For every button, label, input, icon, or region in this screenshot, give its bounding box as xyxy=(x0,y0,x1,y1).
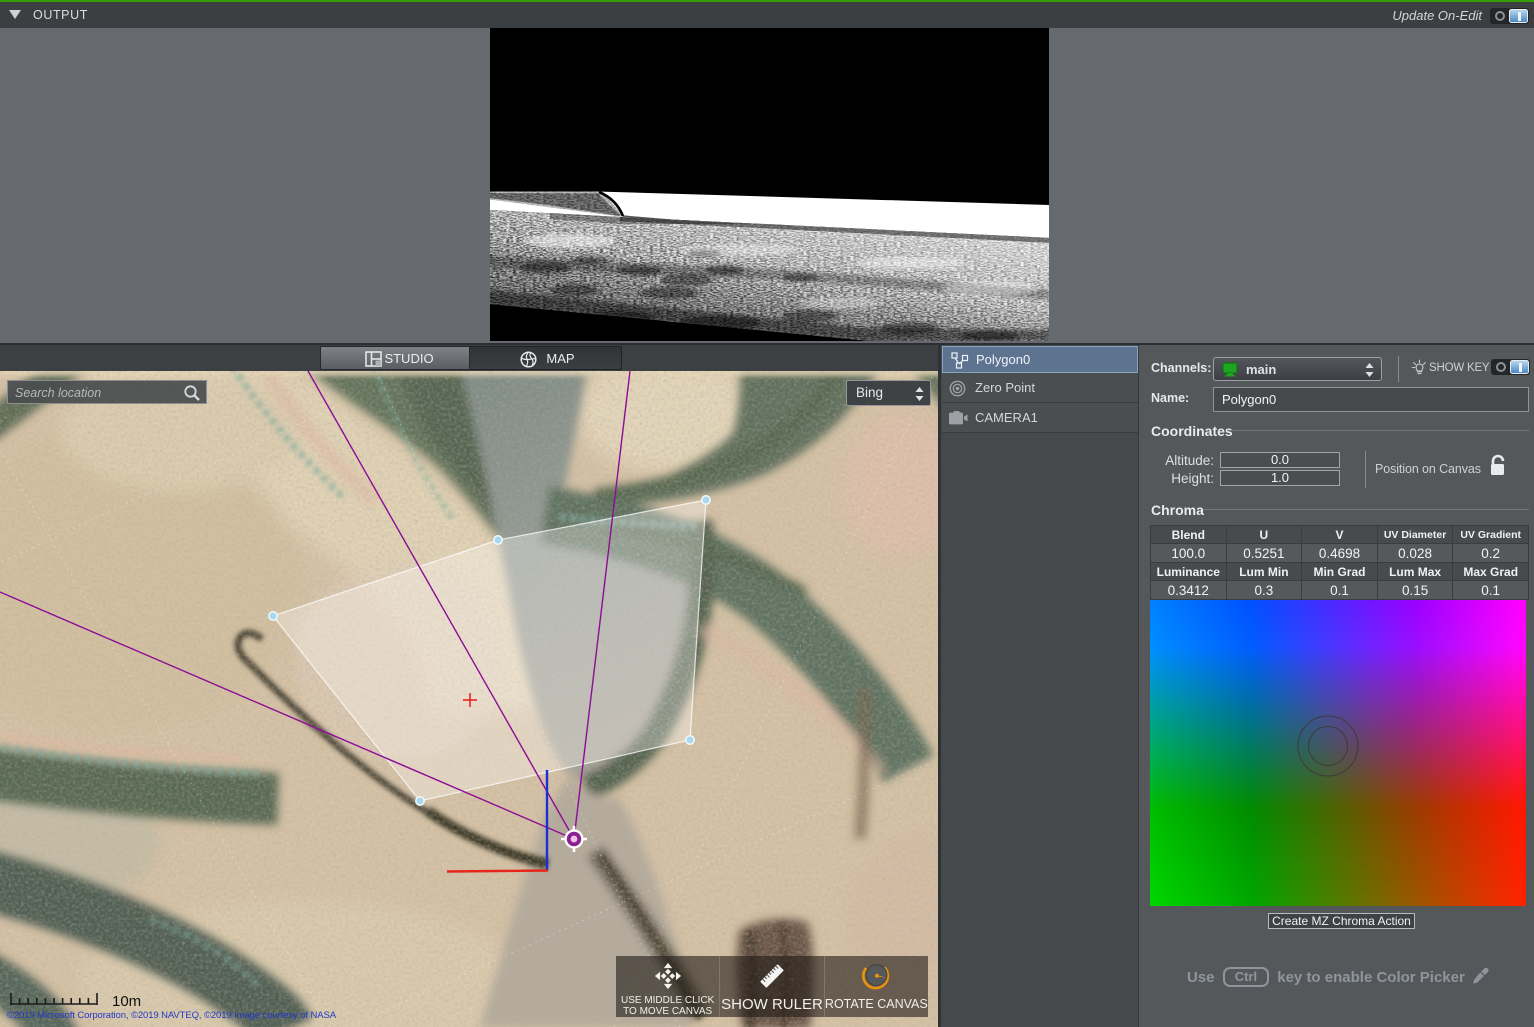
svg-text:10m: 10m xyxy=(112,993,141,1010)
